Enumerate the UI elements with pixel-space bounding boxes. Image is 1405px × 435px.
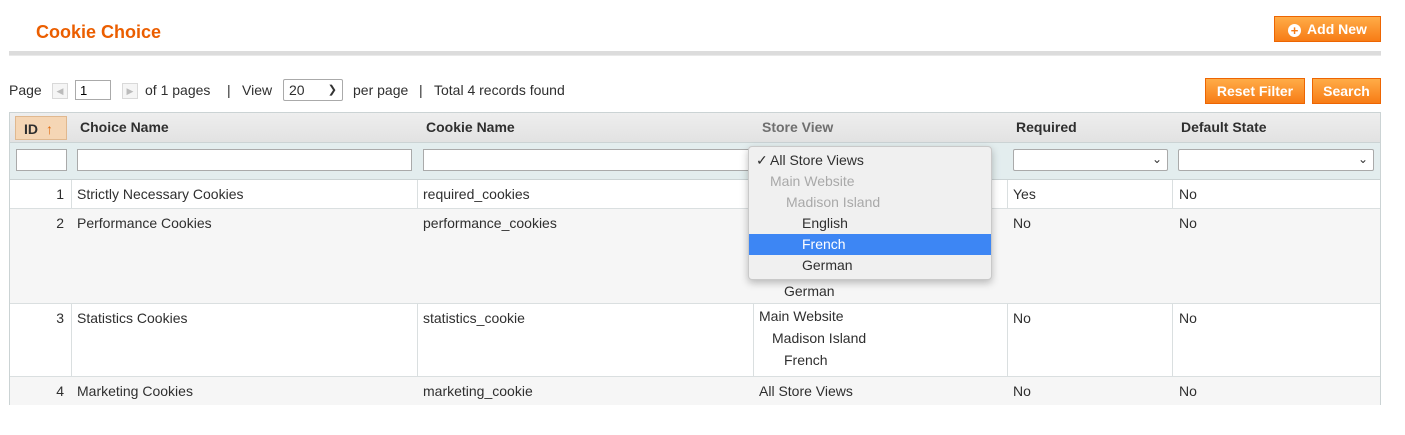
checkmark-icon: ✓ <box>756 152 768 168</box>
column-header-required[interactable]: Required <box>1008 113 1173 142</box>
page-label: Page <box>9 82 42 98</box>
store-view-dropdown[interactable]: ✓ All Store Views Main Website Madison I… <box>748 146 992 280</box>
add-new-label: Add New <box>1307 21 1367 37</box>
cookie-name-filter-input[interactable] <box>423 149 749 171</box>
per-page-value: 20 <box>289 82 305 98</box>
cell-id: 2 <box>56 215 64 231</box>
cell-id: 1 <box>56 186 64 202</box>
page-title: Cookie Choice <box>36 22 162 42</box>
cell-choice-name: Performance Cookies <box>77 215 212 231</box>
choice-name-filter-input[interactable] <box>77 149 412 171</box>
per-page-select[interactable]: 20 ❯ <box>283 79 343 101</box>
table-row[interactable]: 4 Marketing Cookies marketing_cookie All… <box>10 377 1380 405</box>
column-header-id[interactable]: ID ↑ <box>15 116 67 140</box>
cell-required: No <box>1013 215 1031 231</box>
default-state-filter-select[interactable]: ⌄ <box>1178 149 1374 171</box>
cell-cookie-name: required_cookies <box>423 186 530 202</box>
cell-store-view: Main Website Madison Island French <box>759 305 866 371</box>
next-page-icon[interactable]: ▶ <box>122 83 138 99</box>
total-records: Total 4 records found <box>434 82 565 98</box>
column-header-store-view: Store View <box>762 119 834 135</box>
cell-required: Yes <box>1013 186 1036 202</box>
cell-choice-name: Strictly Necessary Cookies <box>77 186 244 202</box>
dropdown-option-french[interactable]: French <box>749 234 991 255</box>
store-view-website: Main Website <box>759 308 844 324</box>
cell-default-state: No <box>1179 383 1197 399</box>
cell-default-state: No <box>1179 310 1197 326</box>
add-new-button[interactable]: + Add New <box>1274 16 1381 42</box>
table-row[interactable]: 1 Strictly Necessary Cookies required_co… <box>10 180 1380 209</box>
dropdown-option-all-store-views[interactable]: ✓ All Store Views <box>749 150 991 171</box>
cell-cookie-name: performance_cookies <box>423 215 557 231</box>
page-number-input[interactable] <box>75 80 111 100</box>
search-button[interactable]: Search <box>1312 78 1381 104</box>
plus-circle-icon: + <box>1288 24 1302 37</box>
cell-cookie-name: marketing_cookie <box>423 383 533 399</box>
cell-store-view: German <box>784 283 835 299</box>
cell-required: No <box>1013 383 1031 399</box>
pager-separator: | <box>227 82 231 98</box>
chevron-down-icon: ❯ <box>327 84 337 96</box>
pager-separator: | <box>419 82 423 98</box>
grid-header: ID ↑ Choice Name Cookie Name Store View R… <box>10 113 1380 143</box>
option-label: All Store Views <box>770 152 864 168</box>
cell-choice-name: Statistics Cookies <box>77 310 188 326</box>
chevron-down-icon: ⌄ <box>1357 152 1368 166</box>
required-filter-select[interactable]: ⌄ <box>1013 149 1168 171</box>
chevron-down-icon: ⌄ <box>1151 152 1162 166</box>
cell-store-view: All Store Views <box>759 383 853 399</box>
cell-id: 4 <box>56 383 64 399</box>
filter-row: ⌄ ⌄ <box>10 143 1380 180</box>
reset-filter-button[interactable]: Reset Filter <box>1205 78 1305 104</box>
cell-cookie-name: statistics_cookie <box>423 310 525 326</box>
column-header-choice-name[interactable]: Choice Name <box>72 113 418 142</box>
view-label: View <box>242 82 273 98</box>
cell-required: No <box>1013 310 1031 326</box>
cell-choice-name: Marketing Cookies <box>77 383 193 399</box>
data-grid: ID ↑ Choice Name Cookie Name Store View R… <box>9 112 1381 405</box>
table-row[interactable]: 3 Statistics Cookies statistics_cookie M… <box>10 304 1380 377</box>
cell-id: 3 <box>56 310 64 326</box>
dropdown-option-main-website: Main Website <box>770 173 855 189</box>
dropdown-option-english[interactable]: English <box>749 213 991 234</box>
prev-page-icon[interactable]: ◀ <box>52 83 68 99</box>
id-filter-input[interactable] <box>16 149 67 171</box>
cell-default-state: No <box>1179 186 1197 202</box>
per-page-text: per page <box>353 82 409 98</box>
column-id-label: ID <box>24 121 38 137</box>
title-divider <box>9 51 1381 56</box>
dropdown-option-german[interactable]: German <box>749 255 991 276</box>
column-header-default-state[interactable]: Default State <box>1173 113 1380 142</box>
of-pages-text: of 1 pages <box>145 82 211 98</box>
sort-ascending-icon: ↑ <box>46 121 53 137</box>
column-header-cookie-name[interactable]: Cookie Name <box>418 113 754 142</box>
store-view-view: French <box>784 352 828 368</box>
table-row[interactable]: 2 Performance Cookies performance_cookie… <box>10 209 1380 304</box>
store-view-store: Madison Island <box>772 330 867 346</box>
cell-default-state: No <box>1179 215 1197 231</box>
dropdown-option-madison-island: Madison Island <box>786 194 881 210</box>
